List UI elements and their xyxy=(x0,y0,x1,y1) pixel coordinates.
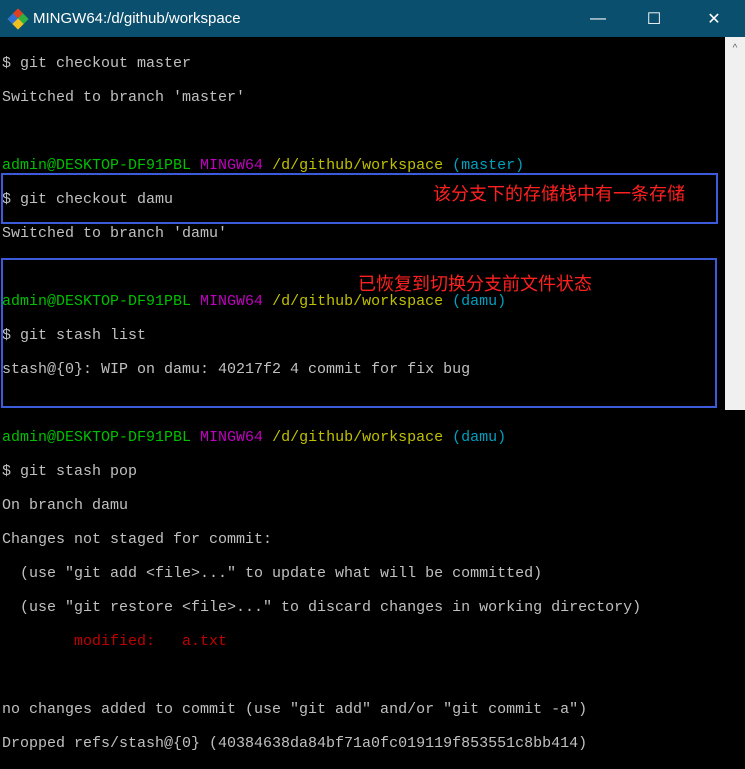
git-logo-icon xyxy=(7,7,29,30)
scrollbar[interactable]: ^ xyxy=(725,37,745,410)
output-line: Switched to branch 'master' xyxy=(2,89,246,106)
close-button[interactable]: ✕ xyxy=(691,0,737,37)
output-line: On branch damu xyxy=(2,497,129,514)
prompt-line: admin@DESKTOP-DF91PBL MINGW64 /d/github/… xyxy=(2,157,525,174)
scroll-up-arrow-icon[interactable]: ^ xyxy=(725,43,745,54)
title-bar: MINGW64:/d/github/workspace — ☐ ✕ xyxy=(0,0,745,37)
window-title: MINGW64:/d/github/workspace xyxy=(33,10,241,27)
output-line: Changes not staged for commit: xyxy=(2,531,273,548)
prompt-line: admin@DESKTOP-DF91PBL MINGW64 /d/github/… xyxy=(2,429,507,446)
command-line: $ git checkout master xyxy=(2,55,192,72)
minimize-button[interactable]: — xyxy=(575,0,621,37)
annotation-stash-list: 该分支下的存储栈中有一条存储 xyxy=(433,184,685,205)
annotation-stash-pop: 已恢复到切换分支前文件状态 xyxy=(358,274,592,295)
output-line: Switched to branch 'damu' xyxy=(2,225,228,242)
command-line: $ git stash pop xyxy=(2,463,138,480)
output-line: (use "git restore <file>..." to discard … xyxy=(2,599,642,616)
maximize-button[interactable]: ☐ xyxy=(631,0,677,37)
modified-line: modified: a.txt xyxy=(2,633,228,650)
output-line: (use "git add <file>..." to update what … xyxy=(2,565,543,582)
output-line: no changes added to commit (use "git add… xyxy=(2,701,588,718)
output-line: Dropped refs/stash@{0} (40384638da84bf71… xyxy=(2,735,588,752)
